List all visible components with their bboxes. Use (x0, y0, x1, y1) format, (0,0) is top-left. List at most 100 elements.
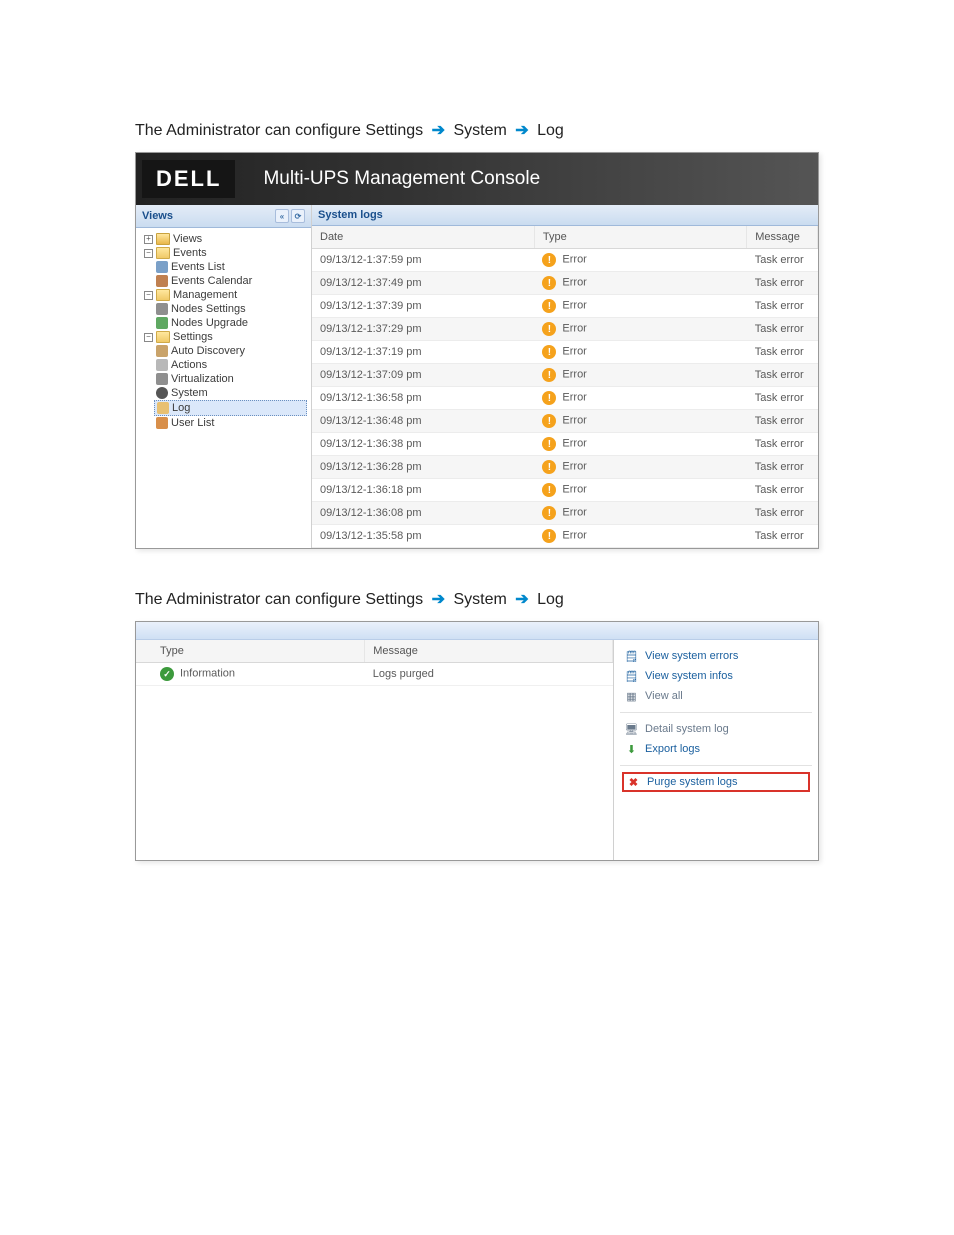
col-date[interactable]: Date (312, 226, 534, 249)
tree-item-settings[interactable]: −Settings (142, 330, 307, 344)
table-row[interactable]: 09/13/12-1:35:58 pm!ErrorTask error (312, 525, 818, 548)
cell-type: !Error (534, 272, 746, 295)
refresh-icon[interactable]: ⟳ (291, 209, 305, 223)
cell-message: Task error (747, 295, 818, 318)
arrow-icon: ➔ (432, 591, 445, 608)
table-row[interactable]: 09/13/12-1:36:08 pm!ErrorTask error (312, 502, 818, 525)
export-icon: ⬇ (624, 742, 639, 756)
cell-type: !Error (534, 525, 746, 548)
error-icon: ! (542, 276, 556, 290)
tree-item-events[interactable]: −Events (142, 246, 307, 260)
system-logs-table: Date Type Message 09/13/12-1:37:59 pm!Er… (312, 226, 818, 548)
tree-item-virtualization[interactable]: Virtualization (154, 372, 307, 386)
cell-date: 09/13/12-1:36:08 pm (312, 502, 534, 525)
sidebar: Views « ⟳ +Views −Events Events List Eve… (136, 205, 312, 548)
cell-type: ✓Information (136, 663, 365, 686)
error-icon: ! (542, 253, 556, 267)
cell-message: Task error (747, 456, 818, 479)
logs-area: Type Message ✓InformationLogs purged (136, 640, 613, 860)
cell-message: Task error (747, 525, 818, 548)
error-icon: ! (542, 368, 556, 382)
action-view-errors[interactable]: 🗒 View system errors (622, 646, 810, 666)
col-type[interactable]: Type (534, 226, 746, 249)
table-row[interactable]: 09/13/12-1:36:18 pm!ErrorTask error (312, 479, 818, 502)
screenshot-purge-logs: Type Message ✓InformationLogs purged 🗒 V… (135, 621, 819, 861)
purge-icon: ✖ (626, 775, 641, 789)
header-strip (136, 622, 818, 640)
separator (620, 712, 812, 713)
error-icon: ! (542, 345, 556, 359)
nav-tree: +Views −Events Events List Events Calend… (136, 228, 311, 450)
tree-item-events-calendar[interactable]: Events Calendar (154, 274, 307, 288)
table-row[interactable]: 09/13/12-1:37:09 pm!ErrorTask error (312, 364, 818, 387)
cell-date: 09/13/12-1:37:49 pm (312, 272, 534, 295)
ok-icon: ✓ (160, 667, 174, 681)
cell-message: Task error (747, 479, 818, 502)
tree-item-management[interactable]: −Management (142, 288, 307, 302)
tree-item-views[interactable]: +Views (142, 232, 307, 246)
cell-message: Task error (747, 410, 818, 433)
col-message[interactable]: Message (747, 226, 818, 249)
app-title: Multi-UPS Management Console (263, 168, 540, 190)
tree-item-nodes-upgrade[interactable]: Nodes Upgrade (154, 316, 307, 330)
action-view-all[interactable]: ▦ View all (622, 686, 810, 706)
action-detail-log[interactable]: 🖥 Detail system log (622, 719, 810, 739)
table-row[interactable]: 09/13/12-1:37:49 pm!ErrorTask error (312, 272, 818, 295)
doc-text-1: The Administrator can configure Settings… (135, 120, 819, 140)
cell-date: 09/13/12-1:37:19 pm (312, 341, 534, 364)
cell-date: 09/13/12-1:37:29 pm (312, 318, 534, 341)
action-purge-logs[interactable]: ✖ Purge system logs (622, 772, 810, 792)
arrow-icon: ➔ (515, 591, 528, 608)
main-panel: System logs Date Type Message 09/13/12-1… (312, 205, 818, 548)
tree-item-actions[interactable]: Actions (154, 358, 307, 372)
arrow-icon: ➔ (515, 122, 528, 139)
views-header: Views « ⟳ (136, 205, 311, 228)
error-icon: ! (542, 299, 556, 313)
error-icon: ! (542, 437, 556, 451)
table-row[interactable]: 09/13/12-1:37:59 pm!ErrorTask error (312, 249, 818, 272)
errors-icon: 🗒 (624, 649, 639, 663)
table-row[interactable]: ✓InformationLogs purged (136, 663, 613, 686)
table-row[interactable]: 09/13/12-1:36:38 pm!ErrorTask error (312, 433, 818, 456)
cell-message: Task error (747, 272, 818, 295)
collapse-icon[interactable]: « (275, 209, 289, 223)
cell-date: 09/13/12-1:37:09 pm (312, 364, 534, 387)
cell-type: !Error (534, 433, 746, 456)
tree-item-log[interactable]: Log (154, 400, 307, 416)
cell-message: Task error (747, 364, 818, 387)
arrow-icon: ➔ (432, 122, 445, 139)
tree-item-auto-discovery[interactable]: Auto Discovery (154, 344, 307, 358)
screenshot-system-logs: DELL Multi-UPS Management Console Views … (135, 152, 819, 549)
table-row[interactable]: 09/13/12-1:36:58 pm!ErrorTask error (312, 387, 818, 410)
cell-type: !Error (534, 410, 746, 433)
col2-message[interactable]: Message (365, 640, 613, 663)
tree-item-events-list[interactable]: Events List (154, 260, 307, 274)
cell-type: !Error (534, 479, 746, 502)
tree-item-nodes-settings[interactable]: Nodes Settings (154, 302, 307, 316)
cell-type: !Error (534, 387, 746, 410)
table-row[interactable]: 09/13/12-1:36:28 pm!ErrorTask error (312, 456, 818, 479)
error-icon: ! (542, 391, 556, 405)
cell-type: !Error (534, 295, 746, 318)
cell-type: !Error (534, 502, 746, 525)
cell-message: Task error (747, 341, 818, 364)
cell-date: 09/13/12-1:36:58 pm (312, 387, 534, 410)
cell-date: 09/13/12-1:36:48 pm (312, 410, 534, 433)
table-row[interactable]: 09/13/12-1:37:29 pm!ErrorTask error (312, 318, 818, 341)
col2-type[interactable]: Type (136, 640, 365, 663)
cell-date: 09/13/12-1:37:59 pm (312, 249, 534, 272)
table-row[interactable]: 09/13/12-1:36:48 pm!ErrorTask error (312, 410, 818, 433)
action-export-logs[interactable]: ⬇ Export logs (622, 739, 810, 759)
cell-type: !Error (534, 341, 746, 364)
table-row[interactable]: 09/13/12-1:37:19 pm!ErrorTask error (312, 341, 818, 364)
tree-item-system[interactable]: System (154, 386, 307, 400)
cell-message: Task error (747, 433, 818, 456)
cell-message: Task error (747, 318, 818, 341)
error-icon: ! (542, 506, 556, 520)
cell-date: 09/13/12-1:37:39 pm (312, 295, 534, 318)
cell-date: 09/13/12-1:36:28 pm (312, 456, 534, 479)
table-row[interactable]: 09/13/12-1:37:39 pm!ErrorTask error (312, 295, 818, 318)
action-view-infos[interactable]: 🗒 View system infos (622, 666, 810, 686)
tree-item-user-list[interactable]: User List (154, 416, 307, 430)
actions-panel: 🗒 View system errors 🗒 View system infos… (613, 640, 818, 860)
